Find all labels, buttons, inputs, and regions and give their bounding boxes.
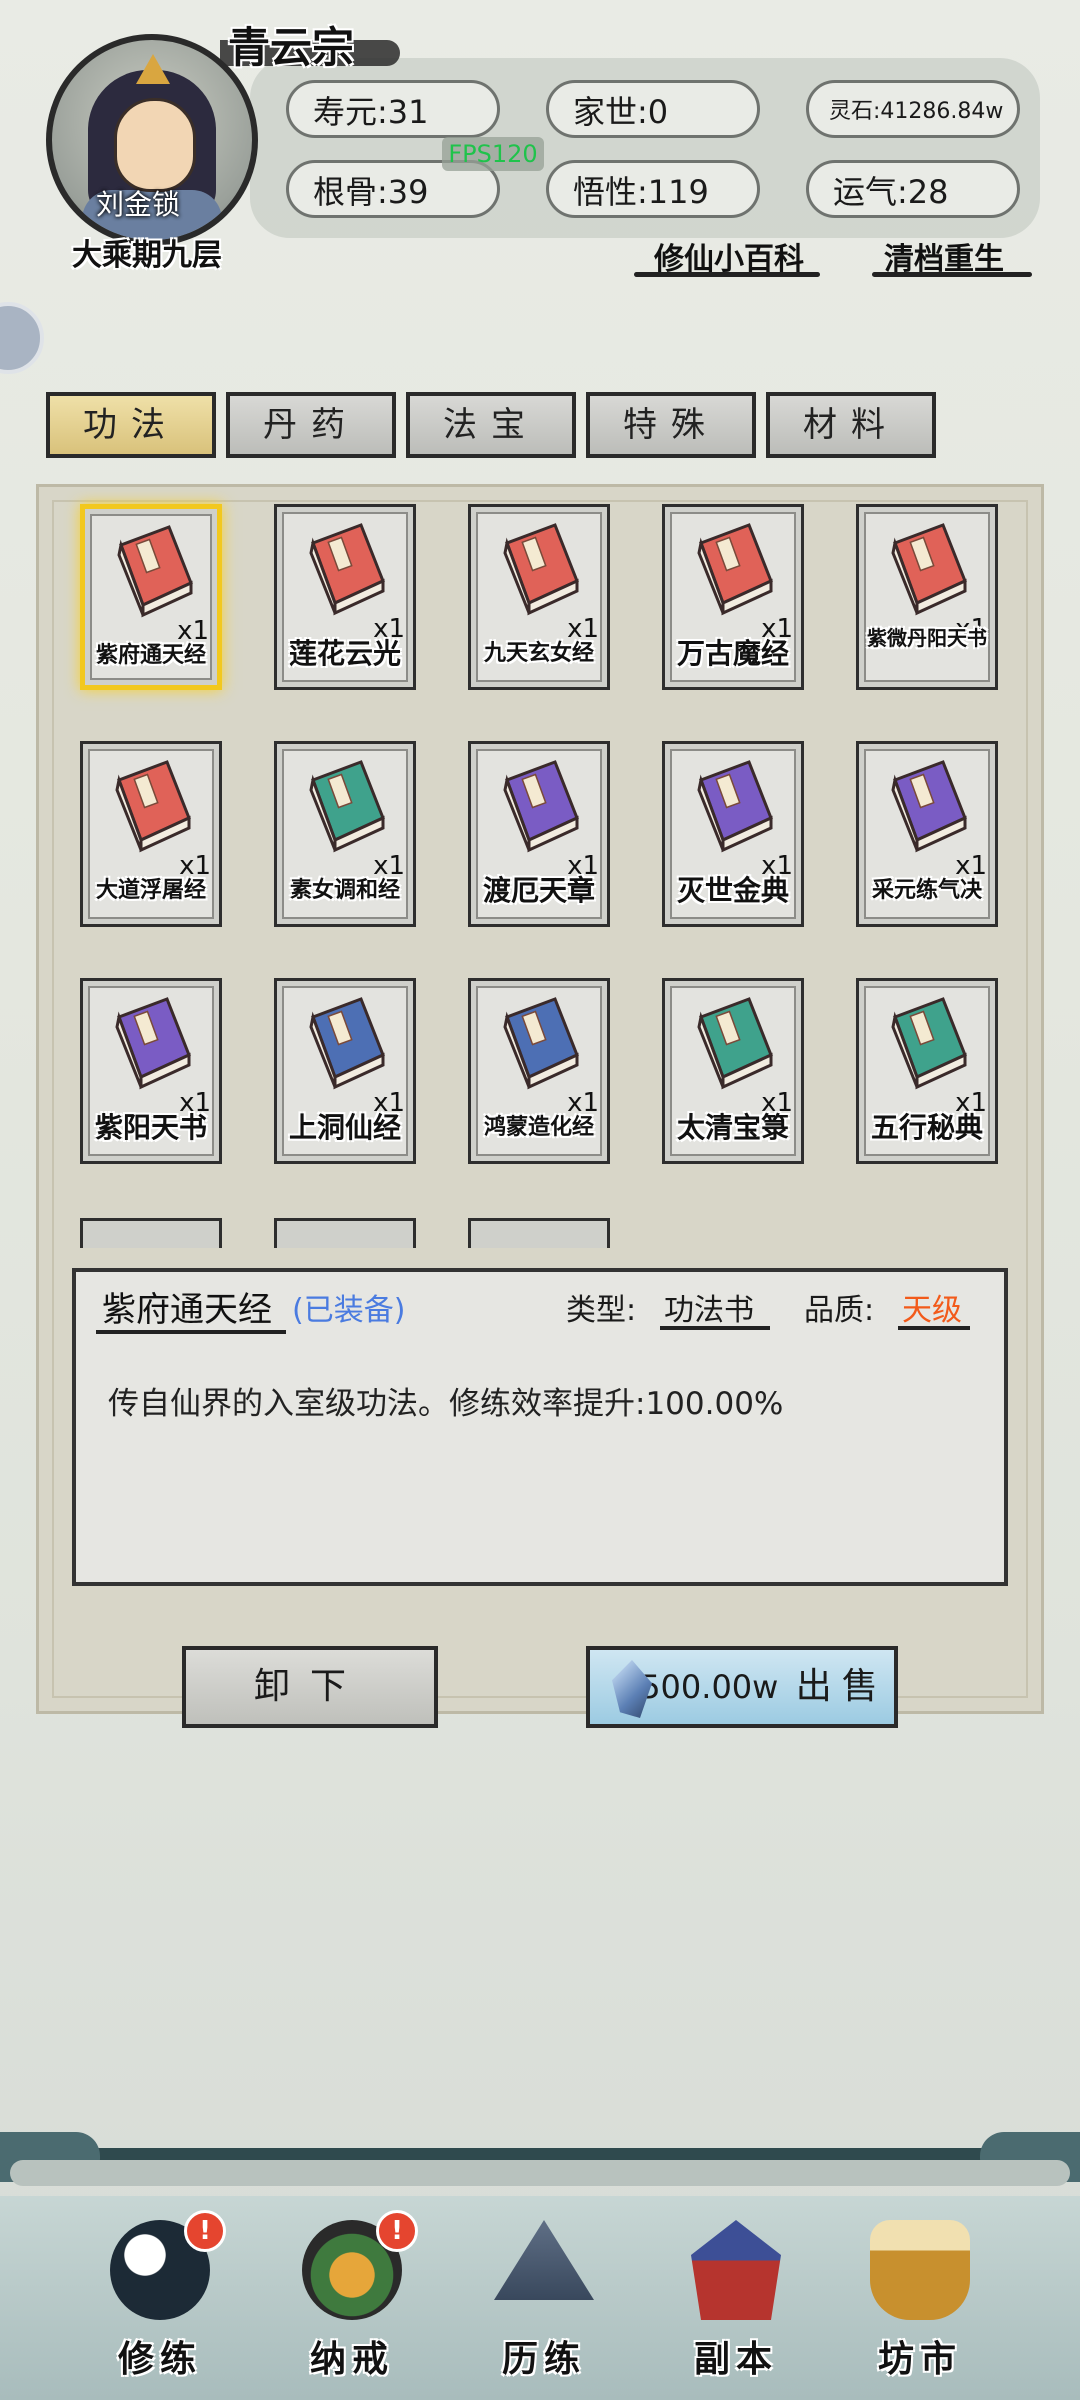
- sell-price: 500.00w: [640, 1668, 779, 1706]
- item-name: 采元练气决: [871, 878, 982, 903]
- item-slot[interactable]: x1 万古魔经: [662, 504, 804, 690]
- nav-dungeon[interactable]: 副本: [656, 2210, 816, 2390]
- item-slot[interactable]: x1 灭世金典: [662, 741, 804, 927]
- item-slot[interactable]: x1 素女调和经: [274, 741, 416, 927]
- manual-book-icon: [309, 523, 385, 616]
- detail-type-underline: [660, 1326, 770, 1330]
- detail-description: 传自仙界的入室级功法。修练效率提升:100.00%: [108, 1386, 784, 1422]
- side-float-button[interactable]: [0, 302, 44, 374]
- item-slot[interactable]: x1 五行秘典: [856, 978, 998, 1164]
- item-name: 大道浮屠经: [95, 878, 206, 903]
- item-name: 上洞仙经: [288, 1111, 401, 1144]
- encyclopedia-underline: [634, 272, 820, 277]
- reset-underline: [872, 272, 1032, 277]
- tab-cailiao[interactable]: 材料: [766, 392, 936, 458]
- stat-spirit-stones: 灵石:41286.84w: [806, 80, 1020, 138]
- item-name: 鸿蒙造化经: [483, 1115, 594, 1140]
- detail-quality-underline: [898, 1326, 970, 1330]
- sect-name: 青云宗: [228, 23, 355, 72]
- detail-item-name: 紫府通天经: [102, 1290, 272, 1330]
- item-name: 渡厄天章: [482, 874, 595, 907]
- item-name: 紫阳天书: [94, 1111, 207, 1144]
- item-slot[interactable]: x1 紫微丹阳天书: [856, 504, 998, 690]
- detail-equipped-status: (已装备): [292, 1293, 406, 1328]
- tab-fabao[interactable]: 法宝: [406, 392, 576, 458]
- stat-lifespan: 寿元:31: [286, 80, 500, 138]
- item-slot[interactable]: x1 大道浮屠经: [80, 741, 222, 927]
- pagoda-icon: [691, 2220, 781, 2320]
- unequip-button[interactable]: 卸下: [182, 1646, 438, 1728]
- nav-cultivate[interactable]: ! 修练: [80, 2210, 240, 2390]
- alert-badge: !: [376, 2210, 418, 2252]
- tab-gongfa[interactable]: 功法: [46, 392, 216, 458]
- manual-book-icon: [115, 997, 191, 1090]
- detail-type-value: 功法书: [664, 1293, 754, 1328]
- item-slot-partial[interactable]: [274, 1218, 416, 1248]
- detail-quality-value: 天级: [902, 1293, 962, 1328]
- item-name: 紫微丹阳天书: [867, 626, 987, 650]
- item-name: 五行秘典: [870, 1111, 983, 1144]
- tab-teshu[interactable]: 特殊: [586, 392, 756, 458]
- nav-label: 历练: [501, 2339, 586, 2380]
- nav-label: 坊市: [877, 2339, 962, 2380]
- stat-luck: 运气:28: [806, 160, 1020, 218]
- nav-label: 纳戒: [309, 2339, 394, 2380]
- manual-book-icon: [697, 997, 773, 1090]
- item-slot[interactable]: x1 采元练气决: [856, 741, 998, 927]
- character-name: 刘金锁: [96, 188, 181, 221]
- manual-book-icon: [891, 523, 967, 616]
- detail-name-underline: [96, 1330, 286, 1334]
- manual-book-icon: [117, 525, 193, 618]
- manual-book-icon: [503, 523, 579, 616]
- item-slot[interactable]: x1 太清宝箓: [662, 978, 804, 1164]
- alert-badge: !: [184, 2210, 226, 2252]
- detail-quality-label: 品质:: [804, 1293, 875, 1328]
- manual-book-icon: [891, 997, 967, 1090]
- item-name: 素女调和经: [289, 878, 400, 903]
- nav-adventure[interactable]: 历练: [464, 2210, 624, 2390]
- character-rank: 大乘期九层: [72, 238, 222, 273]
- manual-book-icon: [503, 997, 579, 1090]
- item-name: 万古魔经: [676, 637, 789, 670]
- nav-label: 修练: [117, 2339, 202, 2380]
- detail-type-label: 类型:: [566, 1293, 637, 1328]
- manual-book-icon: [309, 997, 385, 1090]
- item-slot-partial[interactable]: [80, 1218, 222, 1248]
- manual-book-icon: [309, 760, 385, 853]
- item-slot[interactable]: x1 紫府通天经: [80, 504, 222, 690]
- manual-book-icon: [697, 523, 773, 616]
- manual-book-icon: [891, 760, 967, 853]
- nav-label: 副本: [693, 2339, 778, 2380]
- item-name: 紫府通天经: [95, 643, 206, 668]
- stat-comprehension: 悟性:119: [546, 160, 760, 218]
- item-name: 灭世金典: [676, 874, 789, 907]
- item-name: 莲花云光: [288, 637, 401, 670]
- item-slot[interactable]: x1 莲花云光: [274, 504, 416, 690]
- manual-book-icon: [697, 760, 773, 853]
- item-slot[interactable]: x1 渡厄天章: [468, 741, 610, 927]
- item-name: 九天玄女经: [483, 641, 594, 666]
- manual-book-icon: [503, 760, 579, 853]
- sell-button[interactable]: 500.00w 出售: [586, 1646, 898, 1728]
- fps-counter: FPS120: [442, 137, 544, 171]
- tab-danyao[interactable]: 丹药: [226, 392, 396, 458]
- nav-ring[interactable]: ! 纳戒: [272, 2210, 432, 2390]
- sell-label: 出售: [795, 1666, 888, 1707]
- item-slot-partial[interactable]: [468, 1218, 610, 1248]
- nav-market[interactable]: 坊市: [840, 2210, 1000, 2390]
- stat-family: 家世:0: [546, 80, 760, 138]
- scroll-rod: [10, 2160, 1070, 2186]
- item-name: 太清宝箓: [676, 1111, 789, 1144]
- item-slot[interactable]: x1 上洞仙经: [274, 978, 416, 1164]
- mountain-icon: [494, 2220, 594, 2300]
- item-slot[interactable]: x1 紫阳天书: [80, 978, 222, 1164]
- treasure-bowl-icon: [870, 2220, 970, 2320]
- manual-book-icon: [115, 760, 191, 853]
- item-slot[interactable]: x1 鸿蒙造化经: [468, 978, 610, 1164]
- item-slot[interactable]: x1 九天玄女经: [468, 504, 610, 690]
